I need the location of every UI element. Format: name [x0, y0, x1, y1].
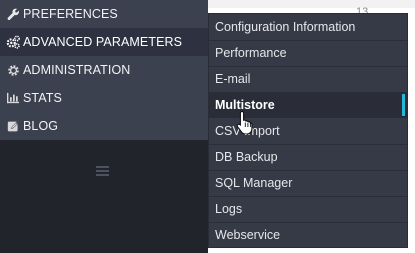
sidebar-item-label: ADVANCED PARAMETERS — [23, 35, 183, 49]
sidebar-item-label: ADMINISTRATION — [23, 63, 131, 77]
sidebar-item-stats[interactable]: STATS — [0, 84, 208, 112]
content-topbar — [208, 0, 415, 8]
submenu-item-label: SQL Manager — [215, 176, 293, 190]
submenu-item-webservice[interactable]: Webservice — [209, 222, 407, 248]
bar-chart-icon — [6, 91, 20, 105]
gears-icon — [6, 35, 20, 49]
sidebar-item-blog[interactable]: BLOG — [0, 112, 208, 140]
hand-pointer-icon — [236, 110, 256, 135]
submenu-item-label: Performance — [215, 46, 287, 60]
sidebar-item-label: BLOG — [23, 119, 59, 133]
submenu-item-configuration-information[interactable]: Configuration Information — [209, 14, 407, 40]
gear-icon — [6, 63, 20, 77]
submenu-item-logs[interactable]: Logs — [209, 196, 407, 222]
active-indicator — [402, 94, 405, 116]
submenu-item-sql-manager[interactable]: SQL Manager — [209, 170, 407, 196]
submenu-item-db-backup[interactable]: DB Backup — [209, 144, 407, 170]
submenu-item-label: Configuration Information — [215, 20, 356, 34]
sidebar-item-preferences[interactable]: PREFERENCES — [0, 0, 208, 28]
wrench-icon — [6, 7, 20, 21]
sidebar: PREFERENCES ADVANCED PARAMETERS ADMINIST… — [0, 0, 208, 253]
submenu-item-label: E-mail — [215, 72, 251, 86]
sidebar-item-label: STATS — [23, 91, 62, 105]
sidebar-item-administration[interactable]: ADMINISTRATION — [0, 56, 208, 84]
submenu-item-performance[interactable]: Performance — [209, 40, 407, 66]
sidebar-item-label: PREFERENCES — [23, 7, 118, 21]
edit-icon — [6, 119, 20, 133]
submenu-item-label: Webservice — [215, 228, 281, 242]
submenu-item-label: Logs — [215, 202, 243, 216]
submenu-item-email[interactable]: E-mail — [209, 66, 407, 92]
hamburger-icon[interactable] — [96, 166, 109, 177]
sidebar-item-advanced-parameters[interactable]: ADVANCED PARAMETERS — [0, 28, 208, 56]
submenu-item-label: DB Backup — [215, 150, 278, 164]
